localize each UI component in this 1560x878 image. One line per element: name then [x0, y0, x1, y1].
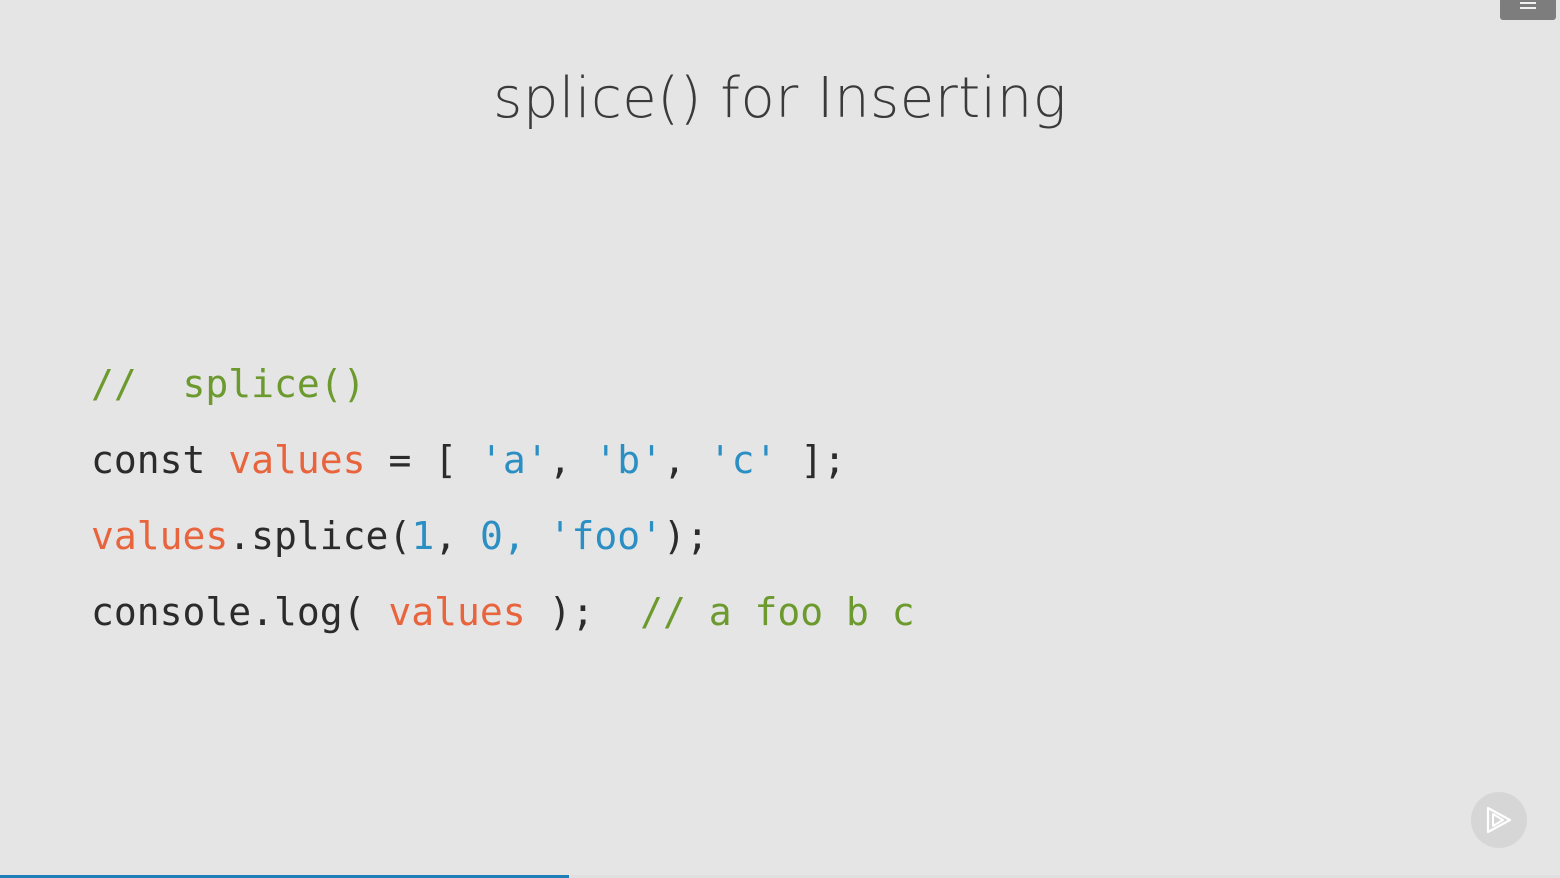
code-string: 'c' — [708, 438, 778, 482]
code-separator: , — [548, 438, 595, 482]
code-block: // splice() const values = [ 'a', 'b', '… — [91, 352, 915, 656]
code-variable: values — [91, 514, 229, 558]
code-comment: // splice() — [91, 362, 366, 406]
menu-icon — [1520, 0, 1536, 9]
slide: splice() for Inserting // splice() const… — [0, 0, 1560, 878]
play-button[interactable] — [1471, 792, 1527, 848]
code-comment: // a foo b c — [640, 590, 915, 634]
code-number: 1 — [411, 514, 435, 558]
play-icon — [1486, 806, 1512, 834]
slide-title: splice() for Inserting — [493, 66, 1067, 131]
code-number: 0, — [479, 514, 549, 558]
code-string: 'b' — [594, 438, 663, 482]
code-variable: values — [388, 590, 526, 634]
code-line-3: values.splice(1, 0, 'foo'); — [91, 504, 915, 580]
code-method-call: .splice( — [228, 514, 412, 558]
menu-button[interactable] — [1500, 0, 1556, 20]
code-separator: , — [663, 438, 709, 482]
code-terminator: ); — [525, 590, 641, 634]
code-variable: values — [228, 438, 366, 482]
code-method-call: console.log( — [91, 590, 389, 634]
code-line-4: console.log( values ); // a foo b c — [91, 580, 915, 656]
code-string: 'a' — [479, 438, 549, 482]
code-terminator: ]; — [777, 438, 847, 482]
code-separator: , — [434, 514, 480, 558]
code-line-2: const values = [ 'a', 'b', 'c' ]; — [91, 428, 915, 504]
code-line-1: // splice() — [91, 352, 915, 428]
code-string: 'foo' — [548, 514, 663, 558]
code-operator: = [ — [365, 438, 480, 482]
code-terminator: ); — [663, 514, 709, 558]
code-keyword: const — [91, 438, 229, 482]
